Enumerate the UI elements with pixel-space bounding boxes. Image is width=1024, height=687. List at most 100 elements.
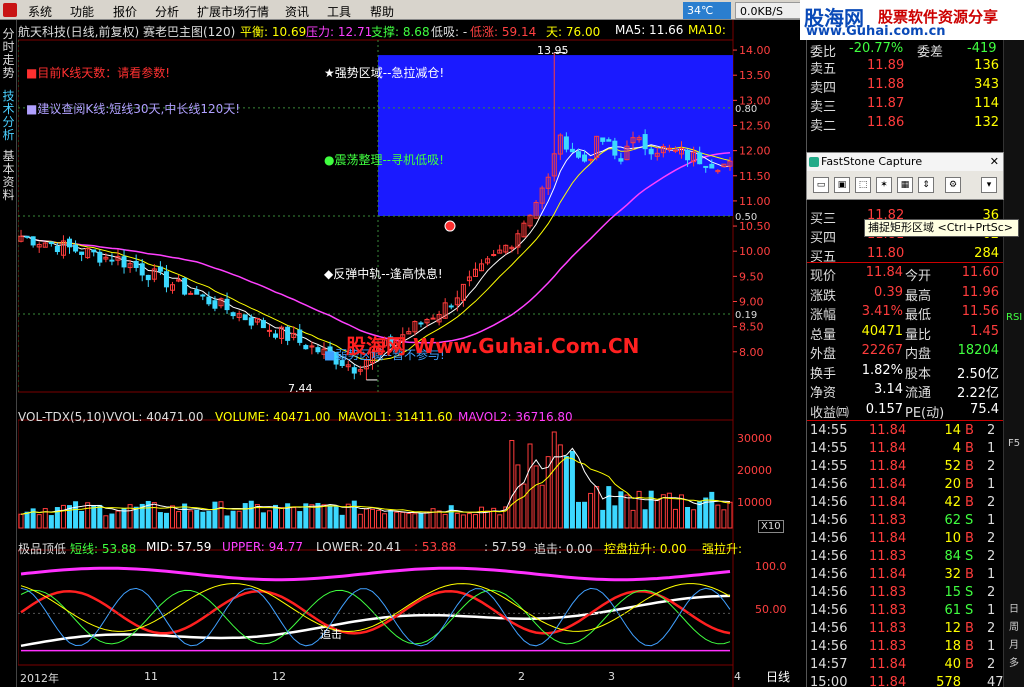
output-settings-icon[interactable]: ⚙ — [945, 177, 961, 193]
aux-line — [20, 587, 731, 647]
tick-price: 11.83 — [869, 549, 907, 564]
volume-bar — [412, 513, 418, 529]
candle-body — [430, 317, 436, 320]
faststone-capture-toolbar[interactable]: FastStone Capture ✕ ▭ ▣ ⬚ ✶ ▦ ⇕ ⚙ ▾ — [806, 152, 1004, 200]
volume-bar — [691, 509, 697, 529]
candle-body — [297, 329, 303, 343]
day-button[interactable]: 日 — [1006, 600, 1022, 615]
capture-rect-icon[interactable]: ⬚ — [855, 177, 871, 193]
chart-title: 航天科技(日线,前复权) 赛老巴主图(120) — [18, 25, 236, 39]
period-label[interactable]: 日线 — [766, 668, 790, 685]
menu-extended-market[interactable]: 扩展市场行情 — [197, 3, 269, 20]
tab-intraday[interactable]: 分时走势 — [1, 28, 16, 80]
month-button[interactable]: 月 — [1006, 636, 1022, 651]
tick-time: 14:56 — [810, 513, 848, 528]
menu-system[interactable]: 系统 — [28, 3, 52, 20]
sell-level-label: 卖四 — [810, 81, 837, 96]
volume-bar — [273, 504, 279, 529]
menu-function[interactable]: 功能 — [70, 3, 94, 20]
weather-widget[interactable]: 34℃ — [683, 2, 731, 19]
tick-price: 11.83 — [869, 585, 907, 600]
tick-time: 14:55 — [810, 441, 848, 456]
volume-bar — [460, 514, 466, 529]
candle-body — [206, 296, 212, 305]
menu-help[interactable]: 帮助 — [370, 3, 394, 20]
candle-body — [230, 312, 236, 317]
candle-body — [91, 249, 97, 253]
tick-row: 14:55 11.84 52 B 2 — [807, 458, 1003, 476]
vol-name: VOL-TDX(5,10) — [18, 410, 107, 424]
capture-object-icon[interactable]: ▣ — [834, 177, 850, 193]
menu-icon[interactable]: ▾ — [981, 177, 997, 193]
tick-count: 2 — [987, 621, 996, 636]
tick-price: 11.84 — [869, 459, 907, 474]
tick-row: 14:56 11.84 10 B 2 — [807, 530, 1003, 548]
tick-count: 2 — [987, 657, 996, 672]
volume-bar — [563, 455, 569, 529]
capture-scroll-icon[interactable]: ⇕ — [918, 177, 934, 193]
candle-body — [266, 329, 272, 332]
tick-row: 14:56 11.83 15 S 2 — [807, 584, 1003, 602]
sell-level-row: 卖四 11.88 343 — [807, 76, 1003, 96]
tick-time: 14:56 — [810, 639, 848, 654]
tick-row: 14:55 11.84 14 B 2 — [807, 422, 1003, 440]
capture-freehand-icon[interactable]: ✶ — [876, 177, 892, 193]
stat-row: 收益㈣ 0.157 PE(动) 75.4 — [807, 401, 1003, 421]
tab-fundamentals[interactable]: 基本资料 — [1, 150, 16, 202]
anno-strong-zone: ★强势区域--急拉减仓! — [324, 66, 445, 80]
tick-side: B — [965, 495, 974, 510]
more-button[interactable]: 多 — [1006, 654, 1022, 669]
week-button[interactable]: 周 — [1006, 618, 1022, 633]
tab-technical[interactable]: 技术分析 — [1, 90, 16, 142]
menu-analysis[interactable]: 分析 — [155, 3, 179, 20]
volume-bar — [727, 501, 733, 529]
capture-window-icon[interactable]: ▭ — [813, 177, 829, 193]
menu-news[interactable]: 资讯 — [285, 3, 309, 20]
stat-row: 总量 40471 量比 1.45 — [807, 323, 1003, 343]
sell-level-price: 11.86 — [867, 115, 905, 130]
upper-band-line — [20, 566, 731, 582]
tick-side: B — [965, 567, 974, 582]
close-icon[interactable]: ✕ — [990, 155, 999, 168]
volume-bar — [200, 511, 206, 529]
stat-label: 现价 — [810, 269, 837, 284]
tick-volume: 40 — [944, 657, 961, 672]
tab-intraday-label: 分时走势 — [2, 27, 15, 80]
f5-button[interactable]: F5 — [1006, 438, 1022, 449]
menu-tools[interactable]: 工具 — [327, 3, 351, 20]
price-axis-label: 13.50 — [739, 69, 771, 82]
volume-bar — [224, 515, 230, 529]
tick-side: S — [965, 549, 974, 564]
volume-bar — [551, 431, 557, 529]
app-logo-icon[interactable] — [3, 3, 17, 17]
volume-bar — [521, 483, 527, 529]
pct-mark-050: 0.50 — [735, 212, 757, 223]
tick-row: 14:56 11.83 84 S 2 — [807, 548, 1003, 566]
x-label-12: 12 — [272, 670, 286, 683]
faststone-title[interactable]: FastStone Capture — [807, 153, 1003, 171]
buy-level-label: 买四 — [810, 231, 837, 246]
volume-bar — [442, 513, 448, 529]
price-axis-label: 12.00 — [739, 145, 771, 158]
volume-bar — [133, 506, 139, 529]
candle-body — [121, 256, 127, 268]
capture-fullscreen-icon[interactable]: ▦ — [897, 177, 913, 193]
volume-bar — [448, 505, 454, 529]
tick-side: B — [965, 531, 974, 546]
sell-level-label: 卖五 — [810, 62, 837, 77]
short-line — [20, 589, 731, 635]
rsi-button[interactable]: RSI — [1006, 312, 1022, 323]
volume-bar — [182, 503, 188, 529]
volume-bar — [48, 515, 54, 529]
right-toolbar: RSI F5 日 周 月 多 — [1003, 40, 1024, 687]
menu-quote[interactable]: 报价 — [113, 3, 137, 20]
high-price-label: 13.95 — [537, 44, 569, 57]
chart-area[interactable]: 14.00 13.50 13.00 12.50 12.00 11.50 11.00 10.50… — [18, 20, 806, 687]
volume-bar — [369, 508, 375, 529]
pct-mark-019: 0.19 — [735, 310, 757, 321]
volume-bar — [642, 509, 648, 529]
hdr-dizhang: 低涨: 59.14 — [470, 25, 537, 39]
candle-body — [685, 149, 691, 161]
stat-value: 1.82% — [861, 362, 903, 378]
tick-volume: 20 — [944, 477, 961, 492]
